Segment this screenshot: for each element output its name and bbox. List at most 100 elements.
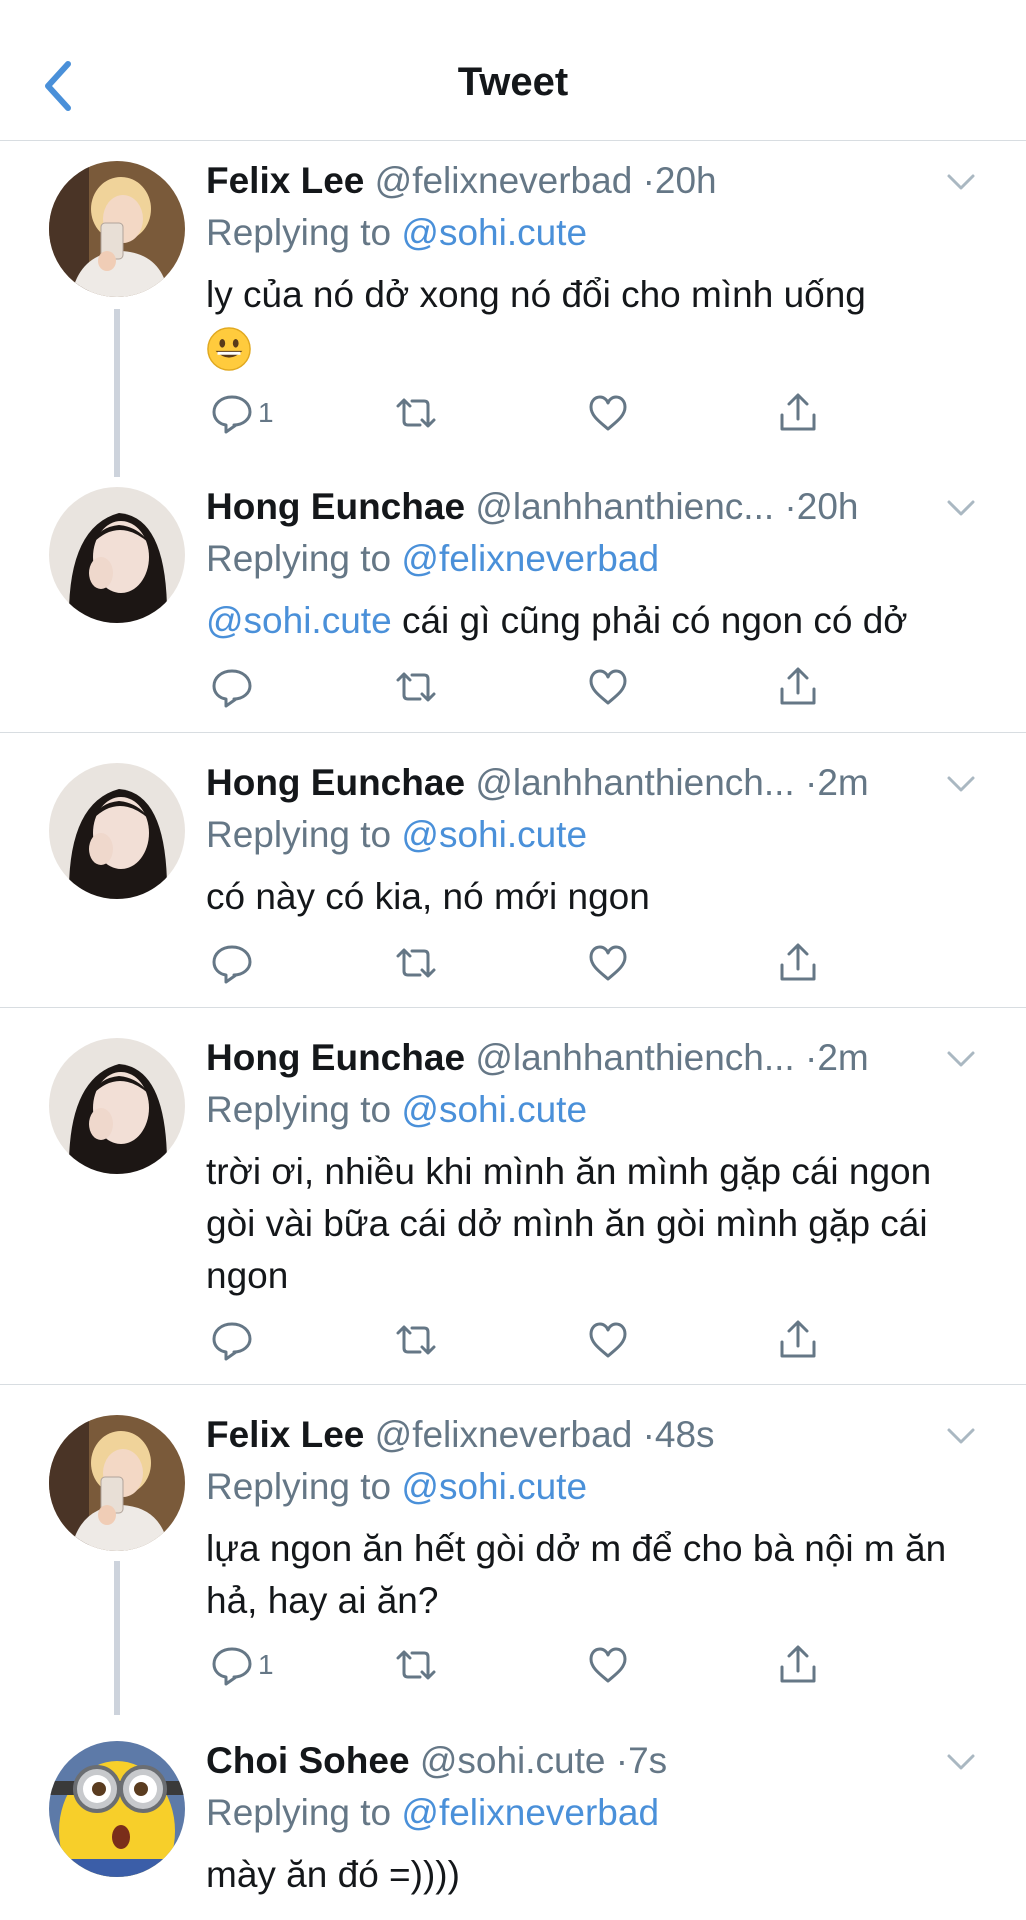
separator-dot: · [642,1414,655,1455]
retweet-button[interactable] [394,663,438,711]
separator-dot: · [615,1740,629,1781]
replying-label: Replying to [206,814,392,855]
like-button[interactable] [586,389,630,437]
tweet-actions: 1 [206,389,826,437]
retweet-button[interactable] [394,1641,438,1689]
retweet-button[interactable] [394,939,438,987]
reply-icon [212,945,252,984]
tweet-2[interactable]: Hong Eunchae @lanhhanthienc... ·20h Repl… [0,477,1026,733]
avatar[interactable] [49,763,185,899]
tweet-header: Hong Eunchae @lanhhanthiench... ·2m [206,761,946,805]
reply-count: 1 [258,397,274,428]
retweet-icon [396,398,436,428]
mention-link[interactable]: @sohi.cute [401,1089,587,1130]
username[interactable]: @lanhhanthiench... [475,762,794,803]
share-button[interactable] [776,389,820,437]
reply-icon [212,395,252,434]
tweet-header: Felix Lee @felixneverbad ·48s [206,1413,946,1457]
tweet-6[interactable]: Choi Sohee @sohi.cute ·7s Replying to @f… [0,1715,1026,1920]
replying-label: Replying to [206,1466,392,1507]
reply-button[interactable] [210,663,254,711]
display-name[interactable]: Felix Lee [206,160,364,201]
reply-icon [212,1322,252,1361]
caret-down-icon[interactable] [946,1425,976,1447]
reply-button[interactable]: 1 [210,389,274,437]
caret-down-icon[interactable] [946,1751,976,1773]
display-name[interactable]: Hong Eunchae [206,1037,465,1078]
replying-to: Replying to @sohi.cute [206,813,587,857]
like-button[interactable] [586,939,630,987]
reply-icon [212,1647,252,1686]
mention-link[interactable]: @felixneverbad [401,1792,659,1833]
reply-button[interactable] [210,1316,254,1364]
reply-icon [212,669,252,708]
like-button[interactable] [586,663,630,711]
mention-link[interactable]: @sohi.cute [401,1466,587,1507]
tweet-header: Hong Eunchae @lanhhanthienc... ·20h [206,485,946,529]
display-name[interactable]: Hong Eunchae [206,762,465,803]
replying-to: Replying to @sohi.cute [206,1088,587,1132]
timestamp: 7s [628,1740,668,1781]
separator-dot: · [784,486,797,527]
page-title: Tweet [457,60,569,104]
share-icon [780,1320,816,1358]
retweet-icon [396,1325,436,1355]
replying-label: Replying to [206,1792,392,1833]
share-icon [780,667,816,705]
timestamp: 2m [817,1037,869,1078]
replying-to: Replying to @felixneverbad [206,537,659,581]
reply-button[interactable] [210,939,254,987]
share-button[interactable] [776,939,820,987]
share-icon [780,393,816,431]
replying-label: Replying to [206,538,392,579]
timestamp: 20h [796,486,859,527]
display-name[interactable]: Hong Eunchae [206,486,465,527]
thread-line [114,309,120,477]
mention-link[interactable]: @felixneverbad [401,538,659,579]
tweet-4[interactable]: Hong Eunchae @lanhhanthiench... ·2m Repl… [0,1008,1026,1385]
avatar[interactable] [49,1415,185,1551]
caret-down-icon[interactable] [946,497,976,519]
avatar[interactable] [49,161,185,297]
username[interactable]: @felixneverbad [375,1414,633,1455]
like-button[interactable] [586,1641,630,1689]
tweet-3[interactable]: Hong Eunchae @lanhhanthiench... ·2m Repl… [0,733,1026,1008]
username[interactable]: @lanhhanthienc... [475,486,774,527]
mention-link[interactable]: @sohi.cute [401,212,587,253]
display-name[interactable]: Choi Sohee [206,1740,410,1781]
separator-dot: · [642,160,655,201]
tweet-text-content: mày ăn đó =)))) [206,1854,460,1895]
tweet-5[interactable]: Felix Lee @felixneverbad ·48s Replying t… [0,1385,1026,1715]
reply-button[interactable]: 1 [210,1641,274,1689]
share-button[interactable] [776,663,820,711]
username[interactable]: @lanhhanthiench... [475,1037,794,1078]
avatar[interactable] [49,1741,185,1877]
mention-link[interactable]: @sohi.cute [401,814,587,855]
tweet-actions [206,1316,826,1364]
share-button[interactable] [776,1641,820,1689]
retweet-button[interactable] [394,1316,438,1364]
caret-down-icon[interactable] [946,171,976,193]
avatar[interactable] [49,487,185,623]
tweet-text: ly của nó dở xong nó đổi cho mình uống [206,269,986,373]
caret-down-icon[interactable] [946,1048,976,1070]
tweet-text: lựa ngon ăn hết gòi dở m để cho bà nội m… [206,1523,986,1627]
mention-link[interactable]: @sohi.cute [206,600,392,641]
like-icon [589,669,627,705]
caret-down-icon[interactable] [946,773,976,795]
separator-dot: · [805,1037,818,1078]
timestamp: 2m [817,762,869,803]
username[interactable]: @sohi.cute [420,1740,606,1781]
replying-label: Replying to [206,212,392,253]
tweet-text: trời ơi, nhiều khi mình ăn mình gặp cái … [206,1146,986,1302]
username[interactable]: @felixneverbad [375,160,633,201]
display-name[interactable]: Felix Lee [206,1414,364,1455]
tweet-1[interactable]: Felix Lee @felixneverbad ·20h Replying t… [0,141,1026,477]
avatar[interactable] [49,1038,185,1174]
share-button[interactable] [776,1316,820,1364]
like-button[interactable] [586,1316,630,1364]
like-icon [589,1647,627,1683]
separator-dot: · [805,762,818,803]
tweet-text: @sohi.cute cái gì cũng phải có ngon có d… [206,595,986,647]
retweet-button[interactable] [394,389,438,437]
